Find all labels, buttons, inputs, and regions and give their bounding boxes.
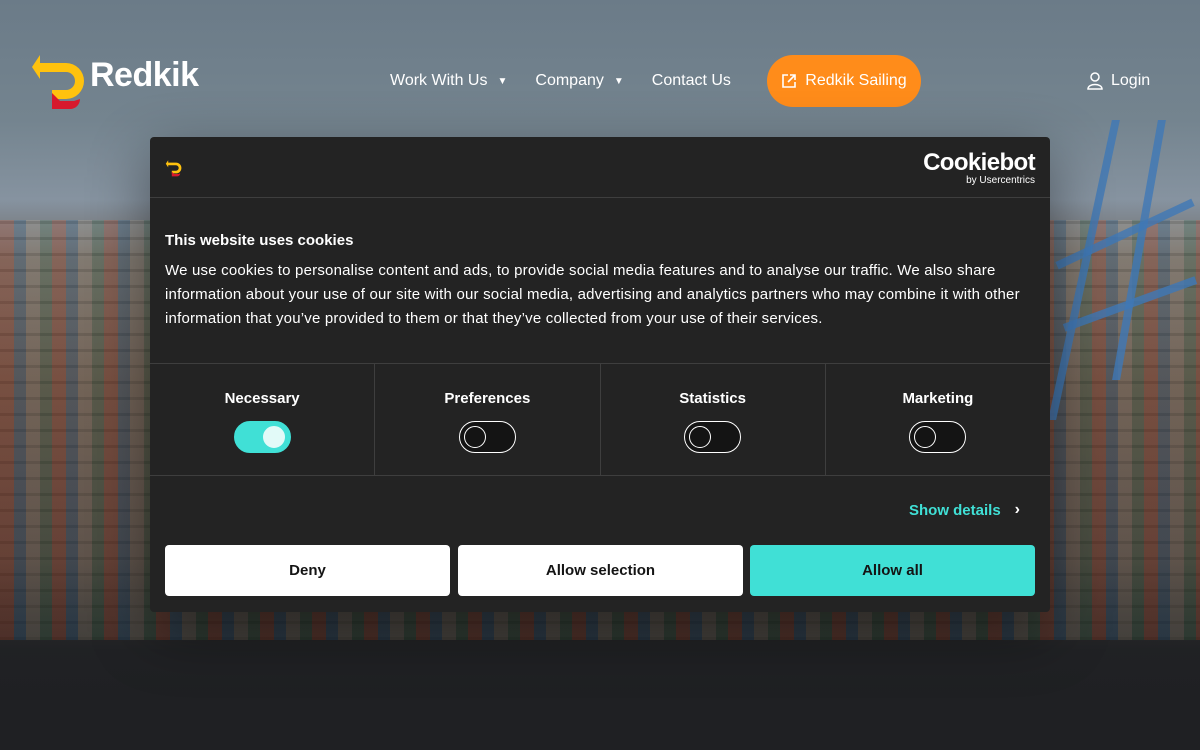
- nav-item-work-with-us[interactable]: Work With Us ▼: [390, 72, 507, 90]
- nav-item-contact-us[interactable]: Contact Us: [652, 72, 731, 90]
- redkik-small-logo: [165, 160, 182, 177]
- category-necessary: Necessary: [150, 364, 376, 475]
- category-label: Statistics: [679, 390, 746, 407]
- caret-down-icon: ▼: [613, 75, 624, 87]
- toggle-knob: [689, 426, 712, 448]
- chevron-right-icon: ›: [1014, 501, 1020, 518]
- nav-item-label: Contact Us: [651, 72, 731, 89]
- main-nav: Work With Us ▼ Company ▼ Contact Us: [390, 55, 759, 107]
- redkik-logo[interactable]: Redkik: [30, 50, 210, 112]
- login-label: Login: [1111, 72, 1151, 89]
- necessary-toggle[interactable]: [233, 421, 291, 453]
- deny-button[interactable]: Deny: [165, 545, 450, 596]
- site-header: Redkik Work With Us ▼ Company ▼ Contact …: [0, 0, 1200, 140]
- logo-wordmark: Redkik: [90, 56, 199, 94]
- toggle-knob: [463, 426, 486, 448]
- dialog-header: Cookiebot by Usercentrics: [150, 137, 1050, 198]
- redkik-sailing-button[interactable]: Redkik Sailing: [767, 55, 921, 107]
- show-details-label: Show details: [908, 501, 1001, 519]
- redkik-sailing-label: Redkik Sailing: [805, 72, 907, 89]
- toggle-knob: [914, 426, 937, 448]
- marketing-toggle[interactable]: [909, 421, 967, 453]
- allow-all-button[interactable]: Allow all: [750, 545, 1035, 596]
- cookie-consent-dialog: Cookiebot by Usercentrics This website u…: [150, 137, 1050, 612]
- external-link-icon: [782, 74, 797, 88]
- show-details-link[interactable]: Show details ›: [909, 501, 1020, 519]
- user-icon: [1087, 72, 1103, 90]
- category-marketing: Marketing: [826, 364, 1050, 475]
- category-label: Necessary: [224, 390, 300, 407]
- statistics-toggle[interactable]: [684, 421, 742, 453]
- cookiebot-name: Cookiebot: [923, 149, 1036, 176]
- preferences-toggle[interactable]: [458, 421, 516, 453]
- nav-item-company[interactable]: Company ▼: [535, 72, 623, 90]
- cookiebot-subtitle: by Usercentrics: [966, 175, 1035, 186]
- dialog-title: This website uses cookies: [165, 232, 354, 249]
- caret-down-icon: ▼: [497, 75, 508, 87]
- category-label: Marketing: [902, 390, 974, 407]
- category-preferences: Preferences: [375, 364, 601, 475]
- cookiebot-logo[interactable]: Cookiebot by Usercentrics: [923, 149, 1036, 187]
- allow-selection-button[interactable]: Allow selection: [458, 545, 743, 596]
- category-label: Preferences: [444, 390, 531, 407]
- consent-categories: Necessary Preferences Statistics Marketi…: [150, 363, 1050, 476]
- category-statistics: Statistics: [601, 364, 826, 475]
- nav-item-label: Work With Us: [390, 72, 488, 89]
- toggle-knob: [262, 426, 285, 448]
- nav-item-label: Company: [535, 72, 604, 89]
- dialog-body-text: We use cookies to personalise content an…: [165, 262, 1020, 327]
- login-link[interactable]: Login: [1087, 72, 1150, 90]
